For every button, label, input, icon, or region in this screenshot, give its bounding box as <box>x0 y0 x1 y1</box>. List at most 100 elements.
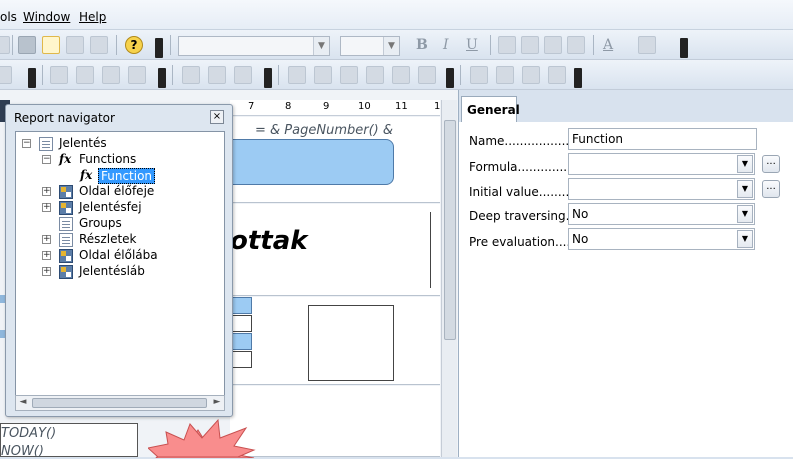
tree-node-report-footer[interactable]: + Jelentésláb <box>42 264 212 280</box>
align-icon[interactable] <box>0 66 12 84</box>
expand-icon[interactable]: + <box>42 203 51 212</box>
footer-fields[interactable]: TODAY() NOW() <box>0 423 138 459</box>
tree-node-function[interactable]: fx Function <box>62 168 212 184</box>
pre-evaluation-select[interactable]: No ▼ <box>568 228 755 250</box>
name-field[interactable]: Function <box>568 128 757 150</box>
today-field[interactable]: TODAY() <box>1 426 56 441</box>
grid-icon[interactable] <box>18 36 36 54</box>
toolbar-overflow-icon[interactable] <box>264 68 272 88</box>
resize-height-icon[interactable] <box>522 66 540 84</box>
initial-value-browse-button[interactable]: ... <box>762 180 780 198</box>
tree-node-report-header[interactable]: + Jelentésfej <box>42 200 212 216</box>
scroll-thumb[interactable] <box>444 120 456 340</box>
fit-height-icon[interactable] <box>418 66 436 84</box>
align-top-icon[interactable] <box>102 66 120 84</box>
toolbar-overflow-icon[interactable] <box>680 38 688 58</box>
chevron-down-icon[interactable]: ▼ <box>737 205 753 223</box>
tree-node-page-footer[interactable]: + Oldal élőlába <box>42 248 212 264</box>
fit-width-icon[interactable] <box>392 66 410 84</box>
tab-general[interactable]: General <box>461 96 520 122</box>
align-left-icon[interactable] <box>498 36 516 54</box>
navigator-tree[interactable]: − Jelentés − fx Functions fx Function + … <box>15 131 225 411</box>
align-center-icon[interactable] <box>521 36 539 54</box>
italic-button[interactable]: I <box>443 37 449 53</box>
tree-node-details[interactable]: + Részletek <box>42 232 212 248</box>
add-field-icon[interactable] <box>90 36 108 54</box>
shrink-icon[interactable] <box>288 66 306 84</box>
align-left-edge-icon[interactable] <box>50 66 68 84</box>
expand-icon[interactable]: + <box>42 187 51 196</box>
expand-icon[interactable]: + <box>42 267 51 276</box>
detail-field[interactable] <box>230 351 252 368</box>
underline-button[interactable]: U <box>466 37 478 53</box>
initial-value-field[interactable]: ▼ <box>568 178 755 200</box>
fit-icon[interactable] <box>366 66 384 84</box>
tree-node-functions[interactable]: − fx Functions <box>42 152 212 168</box>
expand-icon[interactable]: + <box>42 251 51 260</box>
collapse-icon[interactable]: − <box>22 139 31 148</box>
scroll-thumb[interactable] <box>32 398 207 408</box>
horizontal-scrollbar[interactable]: ◄ ► <box>15 395 225 411</box>
toolbar-icon[interactable] <box>0 36 10 54</box>
report-title-label[interactable]: ottak <box>230 226 308 256</box>
resize-width-icon[interactable] <box>496 66 514 84</box>
toolbar-overflow-icon[interactable] <box>574 68 582 88</box>
page-footer-section[interactable] <box>155 386 440 458</box>
center-vertical-icon[interactable] <box>182 66 200 84</box>
expand-icon[interactable]: + <box>42 235 51 244</box>
page-header-section[interactable]: = & PageNumber() & <box>230 117 440 203</box>
detail-field[interactable] <box>230 333 252 350</box>
report-header-icon[interactable] <box>66 36 84 54</box>
design-mode-icon[interactable] <box>42 36 60 54</box>
font-name-combo[interactable]: ▼ <box>178 36 330 56</box>
tree-node-root[interactable]: − Jelentés <box>22 136 212 152</box>
detail-field[interactable] <box>230 297 252 314</box>
tree-node-page-header[interactable]: + Oldal élőfeje <box>42 184 212 200</box>
scroll-right-icon[interactable]: ► <box>210 397 224 407</box>
menu-window[interactable]: Window <box>23 10 70 24</box>
shrink-height-icon[interactable] <box>340 66 358 84</box>
help-icon[interactable]: ? <box>125 36 143 54</box>
formula-field[interactable]: ▼ <box>568 153 755 175</box>
shrink-width-icon[interactable] <box>314 66 332 84</box>
page-number-field[interactable]: = & PageNumber() & <box>255 123 393 138</box>
close-icon[interactable]: × <box>210 110 224 124</box>
chevron-down-icon[interactable]: ▼ <box>383 37 399 55</box>
toolbar-overflow-icon[interactable] <box>158 68 166 88</box>
detail-section[interactable] <box>230 297 440 385</box>
vertical-line[interactable] <box>430 212 431 288</box>
menu-tools[interactable]: ols <box>0 10 17 24</box>
section-align-icon[interactable] <box>234 66 252 84</box>
align-justify-icon[interactable] <box>567 36 585 54</box>
deep-traversing-select[interactable]: No ▼ <box>568 203 755 225</box>
toolbar-overflow-icon[interactable] <box>446 68 454 88</box>
star-shape[interactable] <box>148 418 258 457</box>
detail-field[interactable] <box>230 315 252 332</box>
menu-help[interactable]: Help <box>79 10 106 24</box>
scroll-left-icon[interactable]: ◄ <box>16 397 30 407</box>
toolbar-separator <box>460 65 461 85</box>
header-shape[interactable] <box>230 139 394 185</box>
tree-node-groups[interactable]: Groups <box>42 216 212 232</box>
center-horizontal-icon[interactable] <box>208 66 226 84</box>
collapse-icon[interactable]: − <box>42 155 51 164</box>
formula-browse-button[interactable]: ... <box>762 155 780 173</box>
highlight-icon[interactable] <box>638 36 656 54</box>
report-header-section[interactable]: ottak <box>230 204 440 296</box>
chevron-down-icon[interactable]: ▼ <box>313 37 329 55</box>
chevron-down-icon[interactable]: ▼ <box>737 230 753 248</box>
resize-icon[interactable] <box>470 66 488 84</box>
resize-both-icon[interactable] <box>548 66 566 84</box>
align-bottom-icon[interactable] <box>128 66 146 84</box>
align-right-edge-icon[interactable] <box>76 66 94 84</box>
toolbar-overflow-icon[interactable] <box>155 38 163 58</box>
toolbar-overflow-icon[interactable] <box>28 68 36 88</box>
chevron-down-icon[interactable]: ▼ <box>737 180 753 198</box>
align-right-icon[interactable] <box>544 36 562 54</box>
image-control[interactable] <box>308 305 394 381</box>
font-size-combo[interactable]: ▼ <box>340 36 400 56</box>
bold-button[interactable]: B <box>416 37 428 53</box>
vertical-scrollbar[interactable] <box>441 100 457 457</box>
font-color-button[interactable]: A <box>603 37 613 53</box>
chevron-down-icon[interactable]: ▼ <box>737 155 753 173</box>
